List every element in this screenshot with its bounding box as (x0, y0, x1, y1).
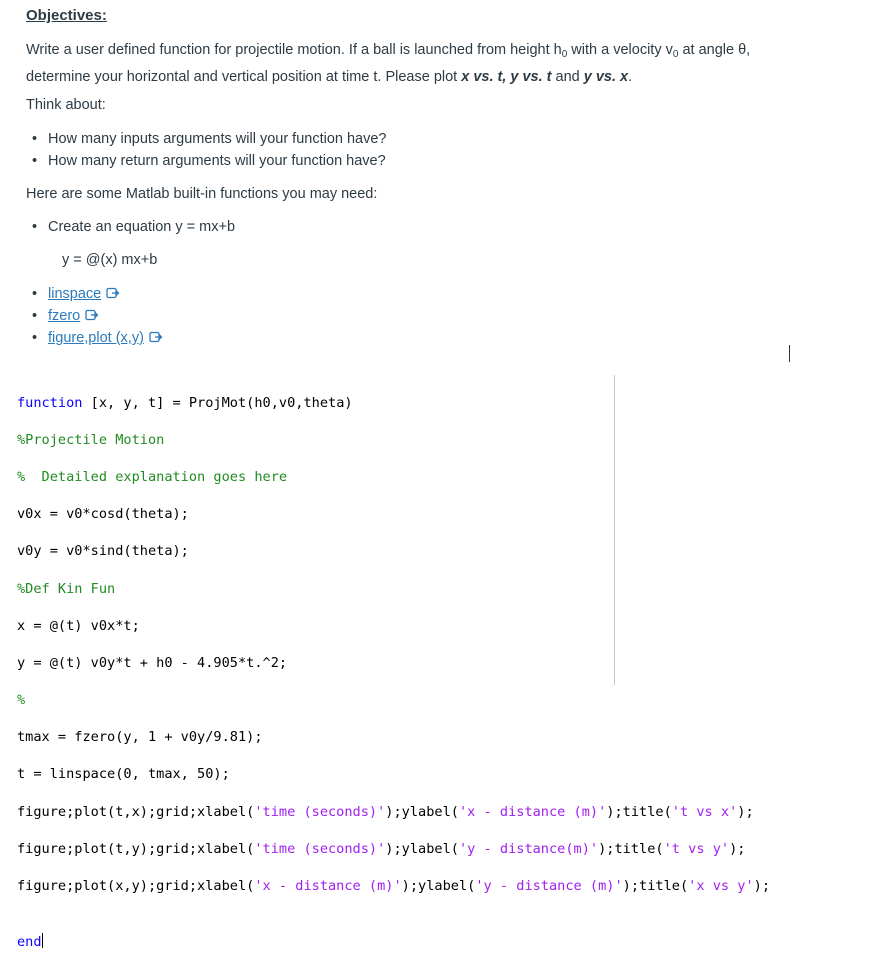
code-line: tmax = fzero(y, 1 + v0y/9.81); (17, 729, 263, 746)
code-string: 'x - distance (m)' (254, 878, 402, 895)
code-comment: %Projectile Motion (17, 431, 165, 448)
code-text: ); (729, 840, 746, 857)
equation-item-text: Create an equation y = mx+b (48, 219, 236, 235)
code-comment: % Detailed explanation goes here (17, 468, 288, 485)
bullet-icon: • (32, 308, 38, 324)
external-link-icon[interactable] (85, 309, 99, 321)
page-title: Objectives: (26, 7, 107, 24)
code-text: );title( (598, 840, 664, 857)
code-comment: % (17, 692, 26, 709)
list-item: • linspace (26, 283, 163, 305)
think-about-label: Think about: (26, 97, 106, 113)
code-line: t = linspace(0, tmax, 50); (17, 766, 230, 783)
bullet-icon: • (32, 153, 38, 169)
intro-end: . (628, 69, 633, 85)
code-string: 't vs y' (663, 840, 730, 857)
code-string: 't vs x' (671, 803, 738, 820)
code-text: );ylabel( (385, 840, 459, 857)
plot-list-1: x vs. t, y vs. t (461, 69, 552, 85)
question-text: How many inputs arguments will your func… (48, 131, 387, 147)
list-item: • Create an equation y = mx+b (26, 216, 235, 238)
code-line: v0y = v0*sind(theta); (17, 543, 189, 560)
code-text: );title( (606, 803, 672, 820)
code-text: ); (753, 878, 771, 895)
code-line: y = @(t) v0y*t + h0 - 4.905*t.^2; (17, 654, 288, 671)
code-text: ); (737, 803, 754, 820)
text-caret (41, 932, 43, 948)
intro-and: and (551, 69, 584, 85)
intro-text-2: with a velocity v (567, 42, 673, 58)
plot-list-2: y vs. x (583, 69, 629, 85)
intro-text-3: at angle θ, (678, 42, 751, 58)
code-text: );ylabel( (385, 803, 459, 820)
code-string: 'x - distance (m)' (458, 803, 607, 820)
question-text: How many return arguments will your func… (48, 153, 386, 169)
link-figure-plot[interactable]: figure,plot (x,y) (48, 330, 144, 346)
list-item: • How many inputs arguments will your fun… (26, 128, 387, 150)
list-item: • fzero (26, 305, 163, 327)
code-string: 'time (seconds)' (254, 803, 386, 820)
bullet-icon: • (32, 219, 38, 235)
code-editor[interactable]: function [x, y, t] = ProjMot(h0,v0,theta… (17, 375, 770, 950)
code-line: function [x, y, t] = ProjMot(h0,v0,theta… (17, 394, 614, 413)
code-text: [x, y, t] = ProjMot(h0,v0,theta) (82, 394, 353, 411)
code-line: v0x = v0*cosd(theta); (17, 506, 189, 523)
intro-text-1: Write a user defined function for projec… (26, 42, 562, 58)
list-item: • figure,plot (x,y) (26, 327, 163, 349)
objective-paragraph: Write a user defined function for projec… (26, 39, 826, 89)
link-linspace[interactable]: linspace (48, 286, 101, 302)
code-string: 'y - distance(m)' (458, 840, 599, 857)
code-string: 'y - distance (m)' (475, 878, 623, 895)
code-line: x = @(t) v0x*t; (17, 617, 140, 634)
code-line: figure;plot(t,y);grid;xlabel('time (seco… (17, 840, 745, 859)
list-item: • How many return arguments will your fun… (26, 150, 387, 172)
intro-text-4: determine your horizontal and vertical p… (26, 69, 462, 85)
bullet-icon: • (32, 131, 38, 147)
code-line: end (17, 932, 614, 952)
code-text: figure;plot(t,x);grid;xlabel( (17, 803, 255, 820)
question-list: • How many inputs arguments will your fun… (26, 128, 387, 172)
keyword: function (17, 394, 83, 411)
code-string: 'time (seconds)' (254, 840, 386, 857)
text-cursor (789, 345, 790, 362)
keyword: end (17, 933, 42, 950)
external-link-icon[interactable] (149, 331, 163, 343)
equation-list: • Create an equation y = mx+b (26, 216, 235, 238)
code-text: );title( (622, 878, 689, 895)
external-link-icon[interactable] (106, 287, 120, 299)
code-line: figure;plot(t,x);grid;xlabel('time (seco… (17, 803, 754, 822)
code-text: figure;plot(t,y);grid;xlabel( (17, 840, 255, 857)
bullet-icon: • (32, 330, 38, 346)
link-fzero[interactable]: fzero (48, 308, 80, 324)
code-comment: %Def Kin Fun (17, 580, 116, 597)
code-text: figure;plot(x,y);grid;xlabel( (17, 878, 255, 895)
bullet-icon: • (32, 286, 38, 302)
equation-example: y = @(x) mx+b (62, 252, 158, 268)
code-text: );ylabel( (401, 878, 476, 895)
code-line: figure;plot(x,y);grid;xlabel('x - distan… (17, 877, 770, 896)
link-list: • linspace • fzero • figure,plot (x,y) (26, 283, 163, 349)
builtins-intro: Here are some Matlab built-in functions … (26, 186, 378, 202)
code-string: 'x vs y' (688, 878, 754, 895)
